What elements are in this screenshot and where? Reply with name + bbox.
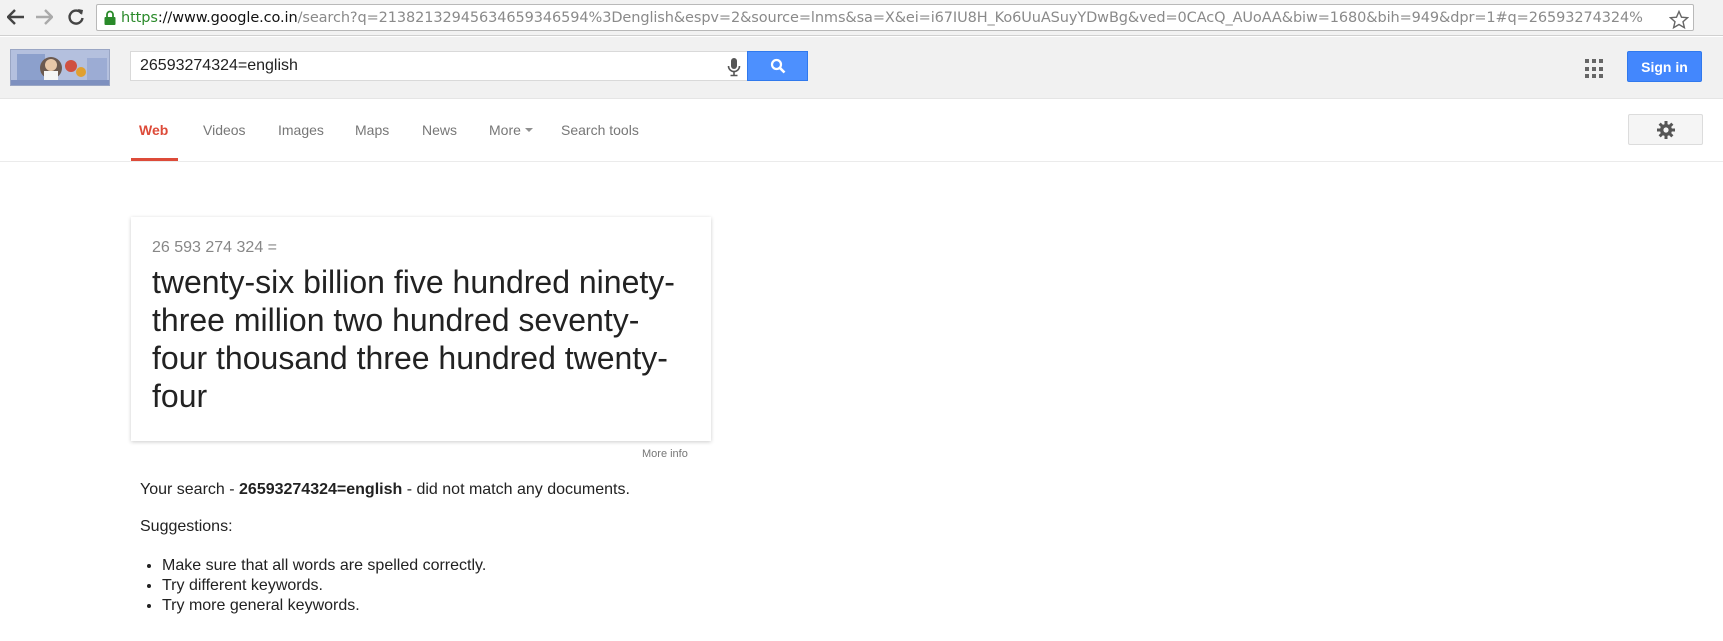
search-tabs: Web Videos Images Maps News More Search … [0, 100, 1723, 162]
url-host: www.google.co.in [172, 9, 298, 26]
url-text: https://www.google.co.in/search?q=213821… [121, 10, 1643, 26]
tab-images[interactable]: Images [278, 122, 324, 138]
back-arrow-icon [7, 9, 24, 25]
lock-icon [104, 10, 116, 25]
sign-in-button[interactable]: Sign in [1627, 51, 1702, 82]
forward-button[interactable] [32, 5, 56, 29]
list-item: Make sure that all words are spelled cor… [162, 556, 486, 576]
gear-icon [1656, 120, 1675, 139]
number-to-words-card: 26 593 274 324 = twenty-six billion five… [131, 217, 711, 441]
active-tab-indicator [131, 158, 178, 161]
tab-more[interactable]: More [489, 122, 533, 138]
no-match-prefix: Your search - [140, 481, 240, 498]
no-match-suffix: - did not match any documents. [402, 481, 630, 498]
suggestions-list: Make sure that all words are spelled cor… [162, 556, 486, 616]
reload-icon [68, 9, 84, 25]
apps-grid-icon[interactable] [1585, 59, 1605, 79]
search-input[interactable] [140, 57, 700, 75]
search-field-container [130, 51, 748, 81]
settings-button[interactable] [1628, 114, 1703, 145]
search-button[interactable] [747, 51, 808, 81]
no-match-message: Your search - 26593274324=english - did … [140, 481, 630, 499]
back-button[interactable] [4, 5, 28, 29]
doodle-illustration [11, 50, 109, 85]
forward-arrow-icon [36, 9, 53, 25]
url-path: /search?q=21382132945634659346594%3Dengl… [297, 9, 1643, 26]
reload-button[interactable] [64, 5, 88, 29]
tab-more-label: More [489, 122, 521, 138]
list-item: Try more general keywords. [162, 596, 486, 616]
number-in-words: twenty-six billion five hundred ninety-t… [152, 264, 675, 414]
more-info-link[interactable]: More info [642, 448, 688, 460]
browser-toolbar: https://www.google.co.in/search?q=213821… [0, 0, 1723, 36]
suggestions-heading: Suggestions: [140, 518, 233, 535]
list-item: Try different keywords. [162, 576, 486, 596]
google-header: Sign in [0, 37, 1723, 99]
tab-web[interactable]: Web [139, 122, 168, 138]
no-match-query: 26593274324=english [239, 481, 403, 498]
microphone-icon[interactable] [726, 57, 742, 77]
caret-down-icon [524, 128, 533, 133]
url-separator: :// [157, 9, 173, 26]
tab-maps[interactable]: Maps [355, 122, 389, 138]
search-icon [770, 58, 785, 74]
address-bar[interactable]: https://www.google.co.in/search?q=213821… [96, 4, 1694, 31]
url-scheme: https [121, 9, 158, 26]
number-value: 26 593 274 324 = [152, 239, 278, 256]
tab-videos[interactable]: Videos [203, 122, 246, 138]
tab-search-tools[interactable]: Search tools [561, 122, 639, 138]
google-doodle-logo[interactable] [10, 49, 110, 86]
bookmark-star-icon[interactable] [1668, 9, 1690, 30]
tab-news[interactable]: News [422, 122, 457, 138]
